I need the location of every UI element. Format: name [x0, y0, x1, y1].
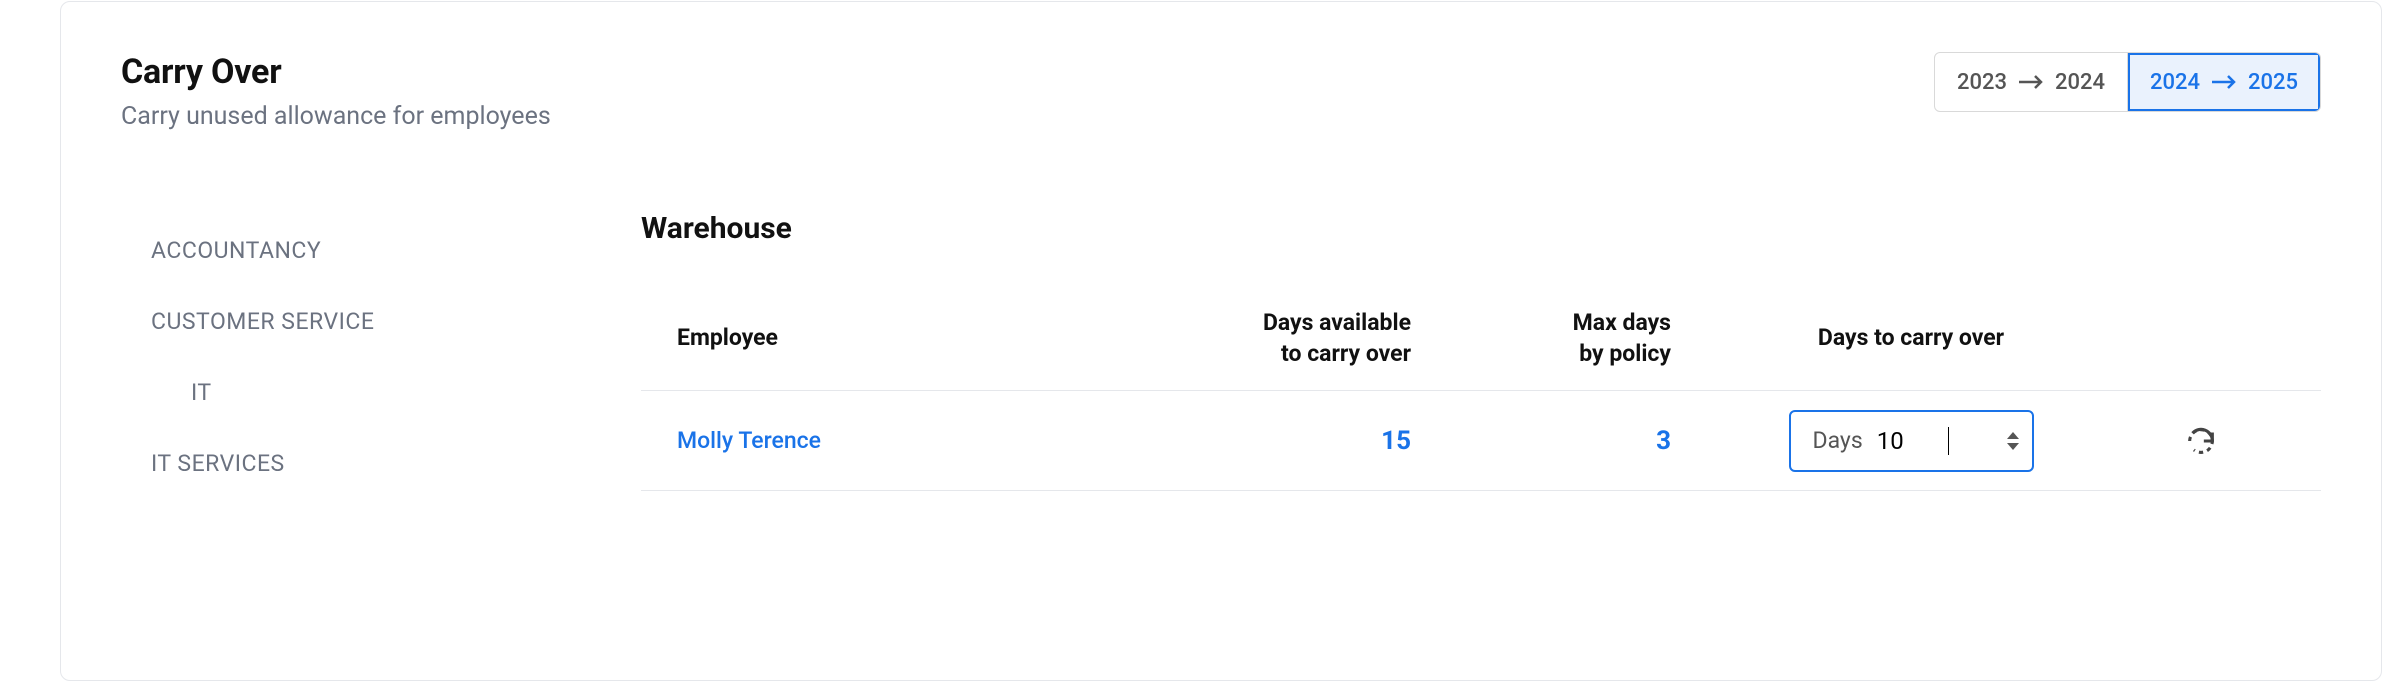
col-days-available: Days available to carry over	[1161, 307, 1421, 369]
step-down-icon[interactable]	[2007, 443, 2019, 450]
year-to: 2024	[2055, 70, 2105, 95]
year-from: 2024	[2150, 70, 2200, 95]
table-row: Molly Terence 15 3 Days	[641, 391, 2321, 491]
text-caret	[1948, 427, 1949, 455]
days-to-carry-label: Days	[1813, 427, 1863, 454]
arrow-right-icon	[2210, 74, 2238, 90]
days-to-carry-input[interactable]	[1877, 427, 1937, 455]
col-days-available-l1: Days available	[1161, 307, 1411, 338]
section-title: Warehouse	[641, 211, 2321, 246]
page-title: Carry Over	[121, 52, 551, 92]
step-up-icon[interactable]	[2007, 432, 2019, 439]
days-to-carry-input-wrapper[interactable]: Days	[1789, 410, 2034, 472]
col-max-policy-l2: by policy	[1421, 338, 1671, 369]
header-row: Carry Over Carry unused allowance for em…	[121, 52, 2321, 131]
sidebar-item-it-services[interactable]: IT SERVICES	[121, 428, 611, 499]
col-days-to-carry: Days to carry over	[1681, 322, 2141, 353]
sidebar-item-accountancy[interactable]: ACCOUNTANCY	[121, 215, 611, 286]
col-employee: Employee	[641, 322, 1161, 353]
col-days-available-l2: to carry over	[1161, 338, 1411, 369]
sidebar-item-customer-service[interactable]: CUSTOMER SERVICE	[121, 286, 611, 357]
content-row: ACCOUNTANCY CUSTOMER SERVICE IT IT SERVI…	[121, 211, 2321, 499]
col-max-policy-l1: Max days	[1421, 307, 1671, 338]
carry-over-card: Carry Over Carry unused allowance for em…	[60, 1, 2382, 681]
days-available-value: 15	[1381, 426, 1411, 456]
year-tab-2024-2025[interactable]: 2024 2025	[2127, 53, 2320, 111]
refresh-icon[interactable]	[2184, 424, 2218, 458]
carry-over-table: Employee Days available to carry over Ma…	[641, 286, 2321, 491]
quantity-stepper[interactable]	[2002, 421, 2024, 461]
employee-link[interactable]: Molly Terence	[677, 427, 821, 454]
title-block: Carry Over Carry unused allowance for em…	[121, 52, 551, 131]
sidebar: ACCOUNTANCY CUSTOMER SERVICE IT IT SERVI…	[121, 211, 611, 499]
main-panel: Warehouse Employee Days available to car…	[611, 211, 2321, 499]
year-to: 2025	[2248, 70, 2298, 95]
year-tabs: 2023 2024 2024 2025	[1934, 52, 2321, 112]
table-header: Employee Days available to carry over Ma…	[641, 286, 2321, 391]
max-days-policy-value: 3	[1656, 426, 1671, 456]
sidebar-item-it[interactable]: IT	[121, 357, 611, 428]
year-from: 2023	[1957, 70, 2007, 95]
arrow-right-icon	[2017, 74, 2045, 90]
page-subtitle: Carry unused allowance for employees	[121, 102, 551, 131]
year-tab-2023-2024[interactable]: 2023 2024	[1935, 53, 2127, 111]
col-max-policy: Max days by policy	[1421, 307, 1681, 369]
